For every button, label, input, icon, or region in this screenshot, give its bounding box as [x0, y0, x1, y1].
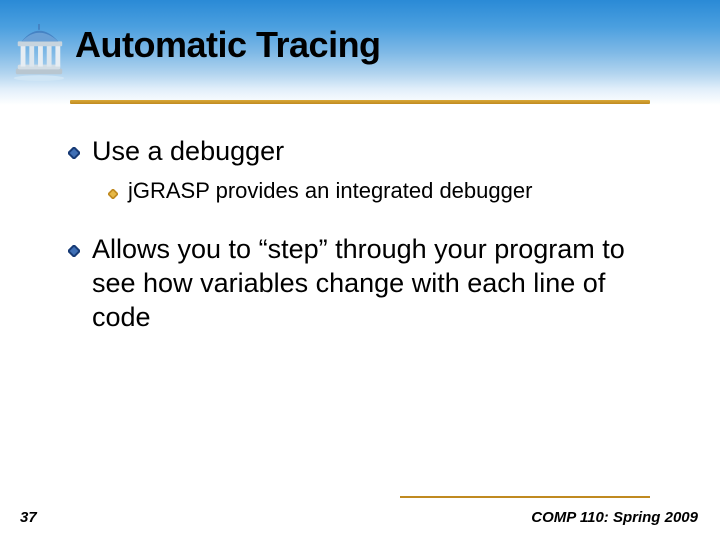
- slide-body: Use a debugger jGRASP provides an integr…: [68, 135, 668, 343]
- bullet-text: Use a debugger: [92, 135, 284, 169]
- bullet-level1: Use a debugger: [68, 135, 668, 169]
- slide: Automatic Tracing Use a debugger jGRASP …: [0, 0, 720, 540]
- page-number: 37: [20, 509, 37, 526]
- bullet-text: Allows you to “step” through your progra…: [92, 233, 668, 334]
- diamond-bullet-icon: [68, 147, 80, 159]
- footer-divider: [400, 496, 650, 498]
- bullet-level2: jGRASP provides an integrated debugger: [108, 177, 668, 206]
- diamond-bullet-icon: [108, 189, 118, 199]
- slide-title: Automatic Tracing: [75, 24, 381, 66]
- bullet-level1: Allows you to “step” through your progra…: [68, 233, 668, 334]
- header-divider: [70, 100, 650, 104]
- course-label: COMP 110: Spring 2009: [531, 509, 698, 526]
- unc-old-well-icon: [10, 24, 68, 82]
- bullet-text: jGRASP provides an integrated debugger: [128, 177, 532, 206]
- diamond-bullet-icon: [68, 245, 80, 257]
